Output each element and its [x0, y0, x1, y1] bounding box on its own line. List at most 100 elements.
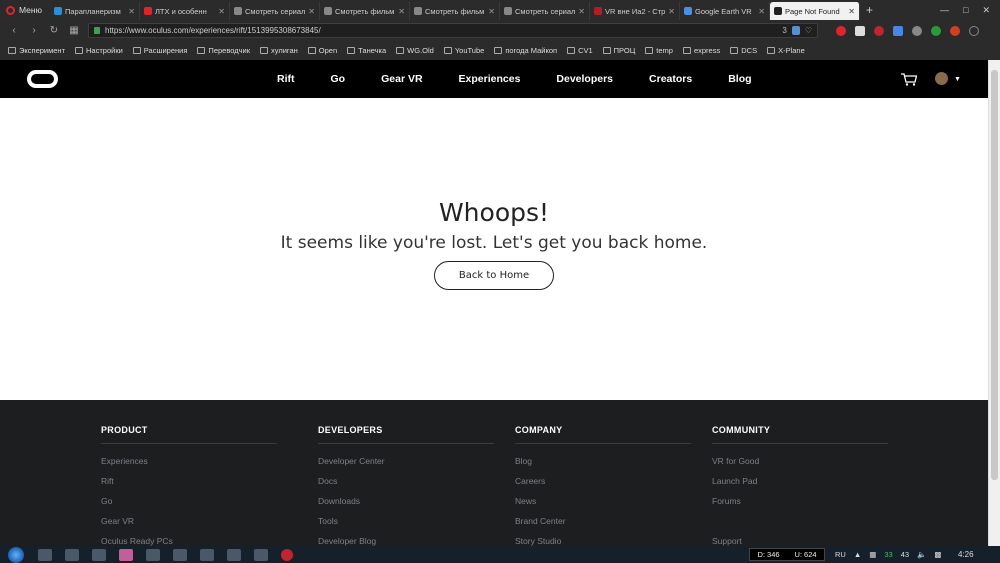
heart-icon[interactable]: ♡: [805, 26, 812, 35]
scrollbar-thumb[interactable]: [991, 70, 998, 480]
footer-link[interactable]: Go: [101, 496, 277, 516]
bookmark-item[interactable]: temp: [645, 46, 673, 55]
nav-link-go[interactable]: Go: [331, 73, 346, 85]
bookmark-item[interactable]: CV1: [567, 46, 593, 55]
footer-link[interactable]: Launch Pad: [712, 476, 888, 496]
adblock-icon[interactable]: [836, 25, 846, 36]
forward-icon[interactable]: ›: [28, 25, 40, 36]
pink-app-icon[interactable]: [119, 548, 133, 561]
bookmark-item[interactable]: Настройки: [75, 46, 123, 55]
browser-tab[interactable]: VR вне Иа2 - Стр ✕: [590, 2, 680, 20]
nav-link-developers[interactable]: Developers: [556, 73, 613, 85]
footer-link[interactable]: Forums: [712, 496, 888, 516]
back-icon[interactable]: ‹: [8, 25, 20, 36]
bookmark-item[interactable]: Open: [307, 46, 337, 55]
browser-tab[interactable]: Смотреть фильм ✕: [410, 2, 500, 20]
opera-taskbar-icon[interactable]: [281, 548, 293, 561]
browser-tab[interactable]: ЛТХ и особенн ✕: [140, 2, 230, 20]
footer-link[interactable]: Rift: [101, 476, 277, 496]
user-avatar[interactable]: [935, 72, 948, 85]
green-extension-icon[interactable]: [931, 25, 941, 36]
app-icon[interactable]: [146, 548, 160, 561]
back-to-home-button[interactable]: Back to Home: [434, 261, 554, 290]
close-tab-icon[interactable]: ✕: [578, 7, 585, 16]
browser-tab[interactable]: Смотреть сериал ✕: [500, 2, 590, 20]
footer-link[interactable]: Support: [712, 536, 888, 546]
bookmark-item[interactable]: WG.Old: [396, 46, 434, 55]
speed-dial-icon[interactable]: ▦: [68, 25, 80, 36]
bookmark-item[interactable]: погода Майкоп: [494, 46, 557, 55]
page-scrollbar[interactable]: [988, 60, 1000, 546]
footer-link[interactable]: Downloads: [318, 496, 494, 516]
nav-link-experiences[interactable]: Experiences: [459, 73, 521, 85]
close-window-icon[interactable]: ✕: [982, 5, 990, 16]
volume-icon[interactable]: 🔈: [917, 550, 926, 559]
footer-link[interactable]: Blog: [515, 456, 691, 476]
explorer-icon[interactable]: [38, 548, 52, 561]
url-field[interactable]: https://www.oculus.com/experiences/rift/…: [88, 23, 818, 38]
network-icon[interactable]: ▩: [934, 550, 941, 559]
bookmark-item[interactable]: хулиган: [260, 46, 298, 55]
footer-link[interactable]: Developer Blog: [318, 536, 494, 546]
bookmark-item[interactable]: DCS: [730, 46, 757, 55]
footer-link[interactable]: Brand Center: [515, 516, 691, 536]
nav-link-blog[interactable]: Blog: [728, 73, 751, 85]
bookmark-item[interactable]: Эксперимент: [8, 46, 65, 55]
ae-extension-icon[interactable]: [950, 25, 960, 36]
bookmark-item[interactable]: ПРОЦ: [602, 46, 635, 55]
bookmark-item[interactable]: X-Plane: [767, 46, 805, 55]
nav-link-rift[interactable]: Rift: [277, 73, 295, 85]
footer-link[interactable]: Careers: [515, 476, 691, 496]
close-tab-icon[interactable]: ✕: [488, 7, 495, 16]
bookmark-item[interactable]: YouTube: [443, 46, 484, 55]
chevron-down-icon[interactable]: ▼: [954, 76, 961, 83]
footer-link[interactable]: Docs: [318, 476, 494, 496]
oculus-logo-icon[interactable]: [27, 70, 58, 88]
reload-icon[interactable]: ↻: [48, 25, 60, 36]
browser-tab[interactable]: Смотреть сериал ✕: [230, 2, 320, 20]
start-button[interactable]: [8, 546, 24, 563]
red-extension-icon[interactable]: [874, 25, 884, 36]
steam-icon[interactable]: [227, 548, 241, 561]
maximize-icon[interactable]: □: [963, 5, 968, 16]
aircraft-app-icon[interactable]: [92, 548, 106, 561]
s-extension-icon[interactable]: [855, 25, 865, 36]
footer-link[interactable]: Oculus Ready PCs: [101, 536, 277, 546]
footer-link[interactable]: VR for Good: [712, 456, 888, 476]
bookmark-item[interactable]: Переводчик: [197, 46, 250, 55]
language-indicator[interactable]: RU: [835, 550, 846, 559]
opera-menu-button[interactable]: Меню: [0, 0, 50, 20]
media-app-icon[interactable]: [254, 548, 268, 561]
shield-icon[interactable]: [791, 26, 800, 35]
browser-tab[interactable]: Парапланеризм ✕: [50, 2, 140, 20]
nav-link-creators[interactable]: Creators: [649, 73, 692, 85]
tray-expand-icon[interactable]: ▲: [854, 550, 861, 559]
footer-link[interactable]: Story Studio: [515, 536, 691, 546]
search-icon[interactable]: [65, 548, 79, 561]
close-tab-icon[interactable]: ✕: [128, 7, 135, 16]
close-tab-icon[interactable]: ✕: [758, 7, 765, 16]
grey-extension-icon[interactable]: [912, 25, 922, 36]
gamepad-icon[interactable]: [173, 548, 187, 561]
footer-link[interactable]: Developer Center: [318, 456, 494, 476]
browser-tab[interactable]: Page Not Found ✕: [770, 2, 860, 20]
translate-icon[interactable]: [893, 25, 903, 36]
footer-link[interactable]: Gear VR: [101, 516, 277, 536]
menu-dots-icon[interactable]: [969, 25, 979, 36]
close-tab-icon[interactable]: ✕: [848, 7, 855, 16]
browser-tab[interactable]: Смотреть фильм ✕: [320, 2, 410, 20]
new-tab-button[interactable]: +: [860, 3, 879, 17]
bookmark-item[interactable]: express: [682, 46, 720, 55]
footer-link[interactable]: News: [515, 496, 691, 516]
footer-link[interactable]: Tools: [318, 516, 494, 536]
close-tab-icon[interactable]: ✕: [398, 7, 405, 16]
bookmark-item[interactable]: Танечка: [347, 46, 386, 55]
bookmark-item[interactable]: Расширения: [132, 46, 187, 55]
tray-app-icon[interactable]: ▦: [869, 550, 876, 559]
close-tab-icon[interactable]: ✕: [218, 7, 225, 16]
close-tab-icon[interactable]: ✕: [668, 7, 675, 16]
cart-icon[interactable]: [901, 73, 917, 86]
nav-link-gear-vr[interactable]: Gear VR: [381, 73, 422, 85]
network-app-icon[interactable]: [200, 548, 214, 561]
footer-link[interactable]: Experiences: [101, 456, 277, 476]
